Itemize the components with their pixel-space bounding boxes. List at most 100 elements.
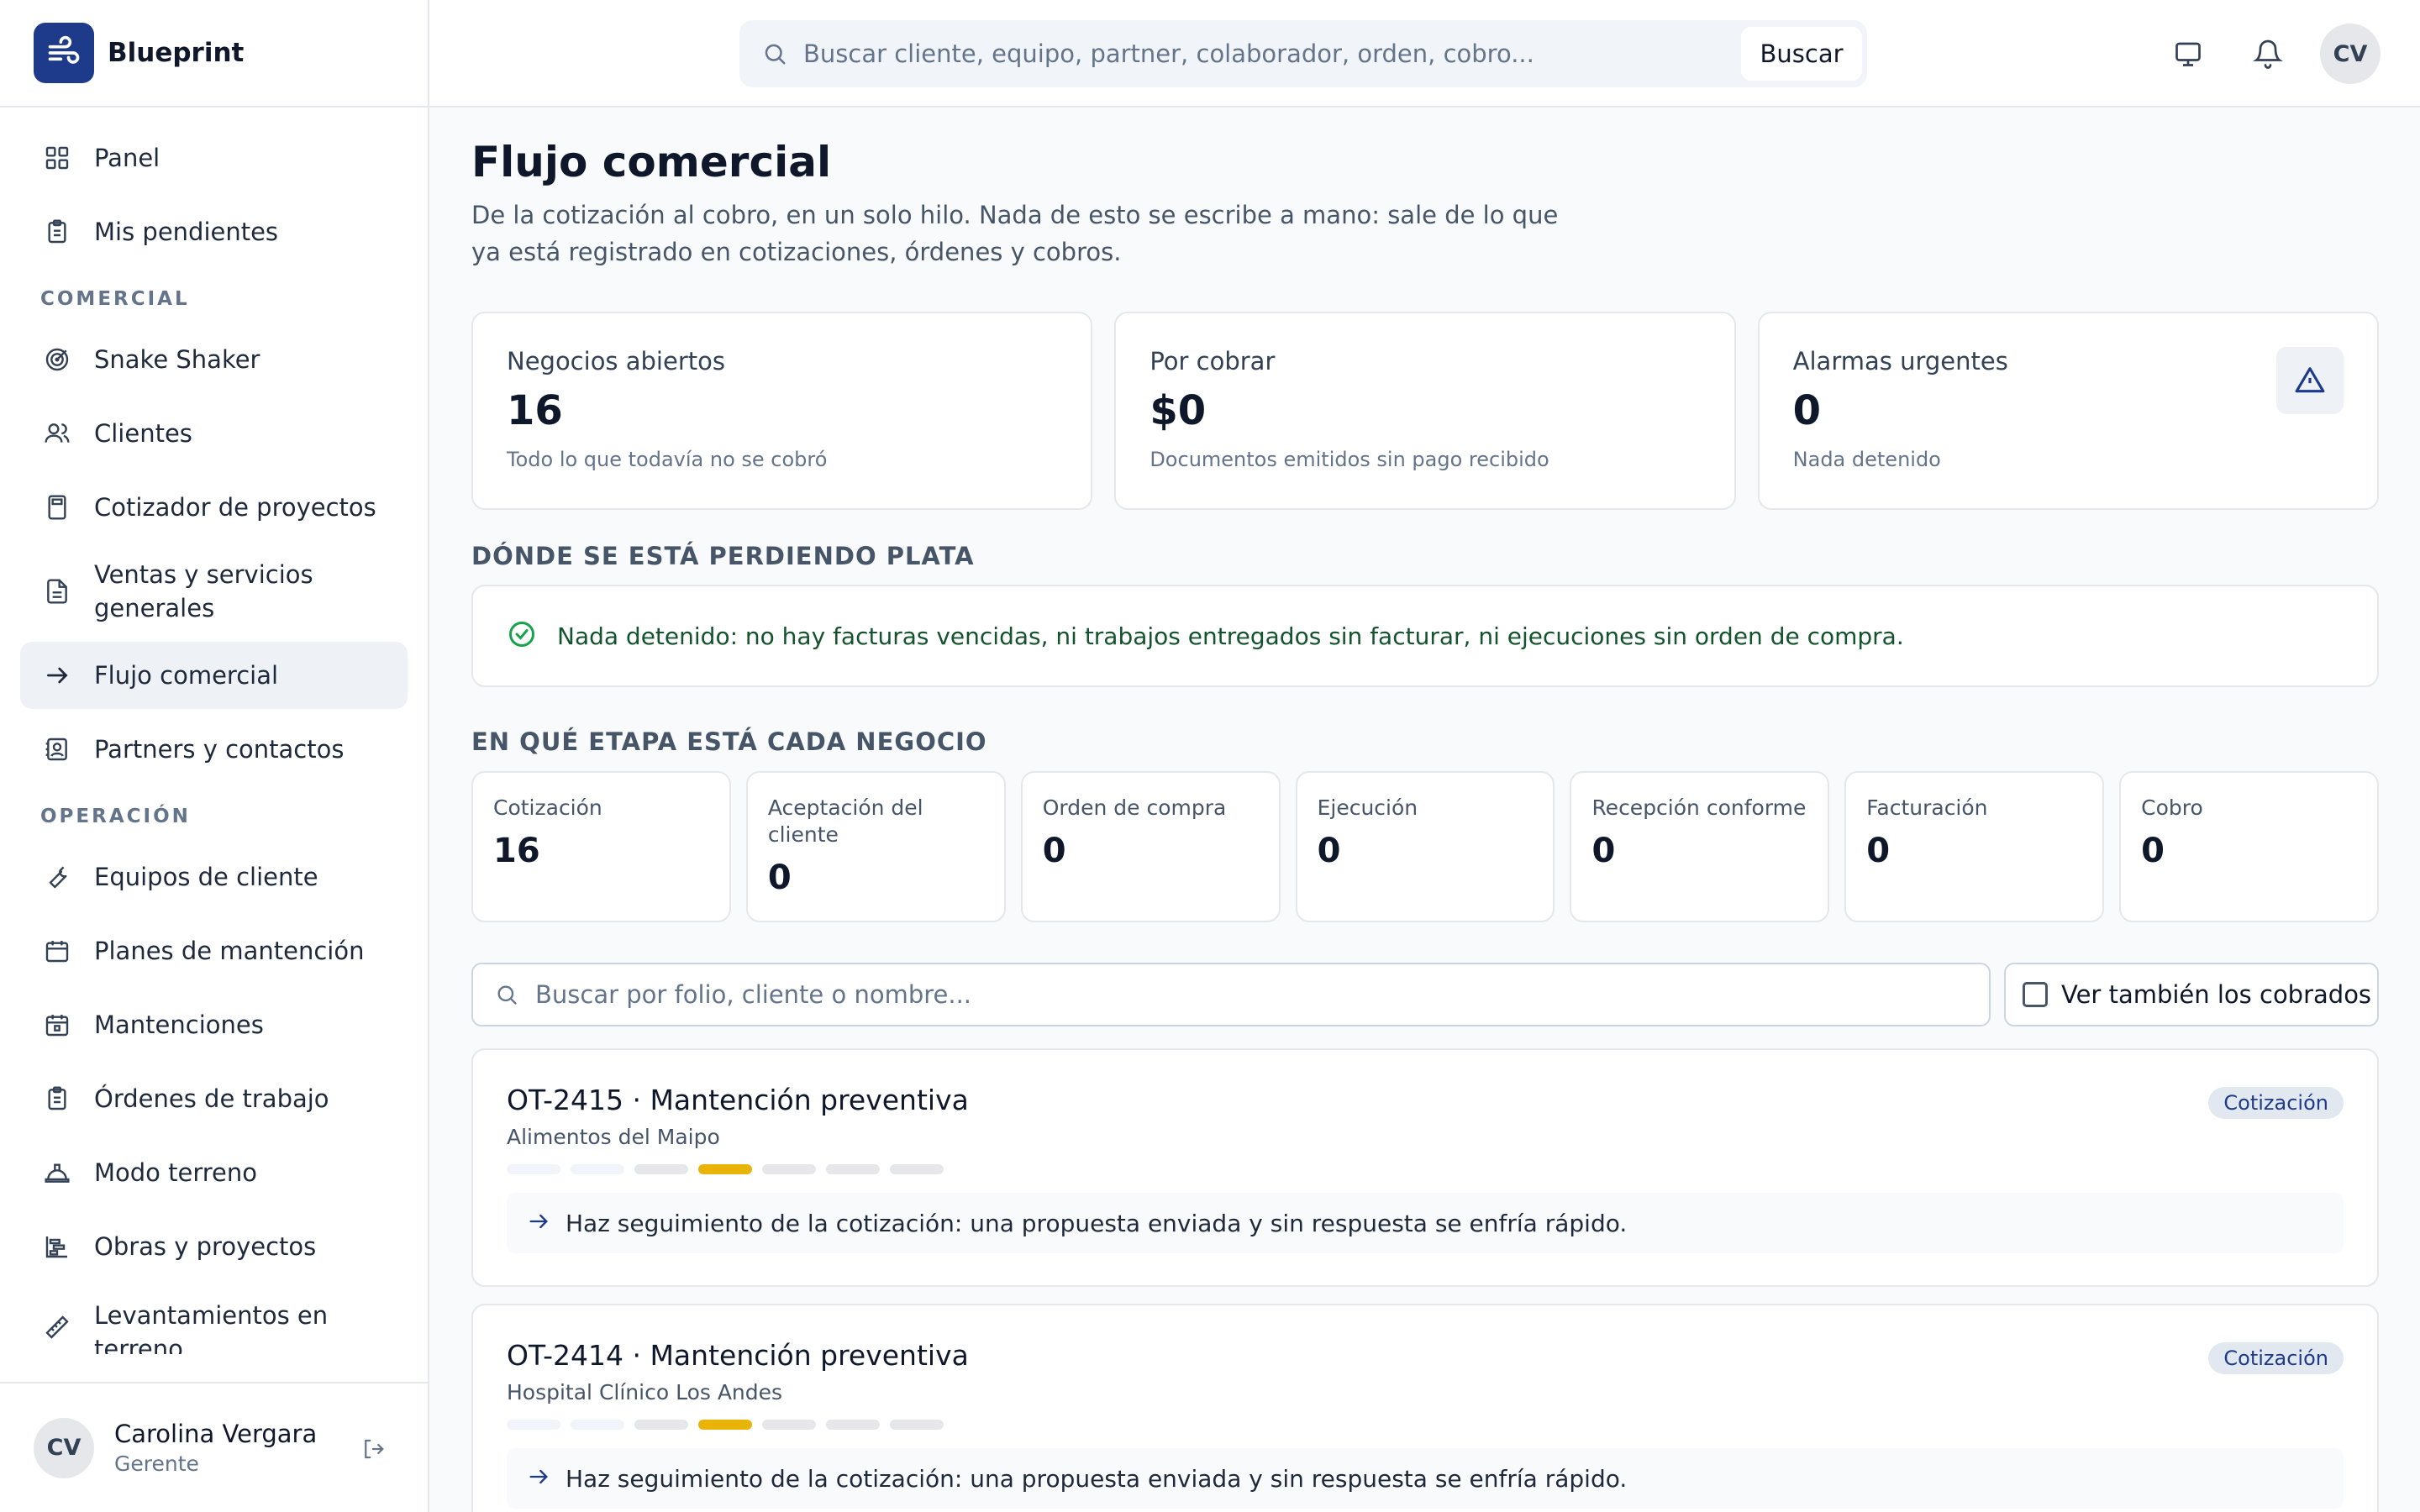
stat-sub: Nada detenido (1792, 448, 1941, 471)
calendar-icon (40, 1008, 74, 1042)
sidebar-item-modo-terreno[interactable]: Modo terreno (20, 1139, 408, 1206)
user-name: Carolina Vergara (114, 1420, 318, 1448)
monitor-icon[interactable] (2171, 37, 2205, 71)
deal-title: OT-2415 · Mantención preventiva (507, 1084, 969, 1116)
progress-segment (890, 1420, 944, 1430)
stage-card-aceptacion[interactable]: Aceptación del cliente 0 (745, 771, 1006, 922)
stages-title: EN QUÉ ETAPA ESTÁ CADA NEGOCIO (471, 727, 987, 756)
stage-value: 0 (1866, 832, 1891, 870)
warning-icon (2275, 347, 2344, 414)
brand[interactable]: Blueprint (0, 0, 428, 108)
blueprint-logo-icon (34, 23, 94, 83)
progress-segment (762, 1420, 816, 1430)
progress-segment (507, 1164, 560, 1174)
stat-value: $0 (1150, 387, 1207, 434)
stage-card-ejecucion[interactable]: Ejecución 0 (1295, 771, 1555, 922)
progress-segment (890, 1164, 944, 1174)
clipboard-icon (40, 1082, 74, 1116)
sidebar-item-obras[interactable]: Obras y proyectos (20, 1213, 408, 1280)
stage-card-recepcion[interactable]: Recepción conforme 0 (1570, 771, 1830, 922)
user-card[interactable]: CV Carolina Vergara Gerente (0, 1382, 428, 1512)
arrow-right-icon (527, 1210, 550, 1236)
search-button[interactable]: Buscar (1741, 27, 1862, 81)
page-title: Flujo comercial (471, 138, 832, 186)
show-paid-toggle[interactable]: Ver también los cobrados (2004, 963, 2379, 1026)
sidebar-item-mis-pendientes[interactable]: Mis pendientes (20, 198, 408, 265)
deal-card[interactable]: OT-2415 · Mantención preventiva Alimento… (471, 1048, 2379, 1287)
gantt-icon (40, 1230, 74, 1263)
sidebar-item-equipos[interactable]: Equipos de cliente (20, 843, 408, 911)
sidebar-item-label: Órdenes de trabajo (94, 1084, 329, 1113)
sidebar-item-label: Cotizador de proyectos (94, 493, 376, 522)
filter-row: Ver también los cobrados (471, 963, 2379, 1026)
clipboard-icon (40, 215, 74, 249)
progress-segment (634, 1420, 688, 1430)
contact-icon (40, 732, 74, 766)
stage-label: Recepción conforme (1591, 795, 1807, 820)
search-icon (760, 39, 790, 69)
calendar-grid-icon (40, 934, 74, 968)
sidebar-item-levantamientos[interactable]: Levantamientos en terreno (20, 1287, 408, 1354)
global-search-input[interactable] (803, 39, 1728, 68)
sidebar: Blueprint Panel Mis pendientes COMERCIAL… (0, 0, 429, 1512)
show-paid-label: Ver también los cobrados (2061, 980, 2372, 1009)
sidebar-item-clientes[interactable]: Clientes (20, 400, 408, 467)
stage-card-orden-compra[interactable]: Orden de compra 0 (1020, 771, 1281, 922)
stage-card-facturacion[interactable]: Facturación 0 (1844, 771, 2105, 922)
deal-search-input[interactable] (535, 980, 1964, 1009)
progress-segment-current (698, 1164, 752, 1174)
deal-progress (507, 1420, 2344, 1430)
progress-segment (826, 1164, 880, 1174)
bell-icon[interactable] (2251, 37, 2285, 71)
wrench-icon (40, 860, 74, 894)
ruler-icon (40, 1310, 74, 1344)
progress-segment (634, 1164, 688, 1174)
target-icon (40, 343, 74, 376)
stage-label: Orden de compra (1042, 795, 1227, 820)
user-role: Gerente (114, 1452, 199, 1476)
stage-label: Cotización (493, 795, 602, 820)
sidebar-item-label: Snake Shaker (94, 345, 260, 374)
stat-card-negocios: Negocios abiertos 16 Todo lo que todavía… (471, 312, 1093, 510)
deal-client: Hospital Clínico Los Andes (507, 1380, 783, 1404)
sidebar-item-label: Obras y proyectos (94, 1232, 317, 1261)
show-paid-checkbox[interactable] (2023, 982, 2048, 1007)
stage-card-cotizacion[interactable]: Cotización 16 (471, 771, 731, 922)
sidebar-item-label: Panel (94, 144, 160, 172)
stats-row: Negocios abiertos 16 Todo lo que todavía… (471, 312, 2379, 510)
sidebar-item-cotizador[interactable]: Cotizador de proyectos (20, 474, 408, 541)
sidebar-item-ordenes[interactable]: Órdenes de trabajo (20, 1065, 408, 1132)
stage-label: Facturación (1866, 795, 1988, 820)
deal-search (471, 963, 1991, 1026)
stat-sub: Documentos emitidos sin pago recibido (1150, 448, 1549, 471)
sidebar-item-label: Mantenciones (94, 1011, 264, 1039)
sidebar-item-planes[interactable]: Planes de mantención (20, 917, 408, 984)
sidebar-item-snake-shaker[interactable]: Snake Shaker (20, 326, 408, 393)
stage-card-cobro[interactable]: Cobro 0 (2119, 771, 2380, 922)
status-badge: Cotización (2208, 1087, 2344, 1119)
deal-progress (507, 1164, 2344, 1174)
sidebar-item-mantenciones[interactable]: Mantenciones (20, 991, 408, 1058)
losses-card: Nada detenido: no hay facturas vencidas,… (471, 585, 2379, 687)
sidebar-item-partners[interactable]: Partners y contactos (20, 716, 408, 783)
losses-title: DÓNDE SE ESTÁ PERDIENDO PLATA (471, 542, 975, 570)
arrow-right-icon (40, 659, 74, 692)
grid-icon (40, 141, 74, 175)
hardhat-icon (40, 1156, 74, 1189)
deal-hint: Haz seguimiento de la cotización: una pr… (507, 1193, 2344, 1253)
deal-card[interactable]: OT-2414 · Mantención preventiva Hospital… (471, 1304, 2379, 1512)
section-operacion: OPERACIÓN (40, 806, 191, 827)
progress-segment (826, 1420, 880, 1430)
sidebar-item-ventas[interactable]: Ventas y servicios generales (20, 548, 408, 635)
global-search: Buscar (739, 20, 1867, 87)
stage-label: Cobro (2141, 795, 2203, 820)
logout-icon[interactable] (356, 1432, 390, 1466)
sidebar-item-label: Modo terreno (94, 1158, 258, 1187)
stage-value: 0 (767, 858, 792, 897)
stat-label: Negocios abiertos (507, 347, 725, 375)
sidebar-item-panel[interactable]: Panel (20, 124, 408, 192)
user-avatar-button[interactable]: CV (2320, 24, 2381, 84)
sidebar-item-label: Ventas y servicios generales (94, 560, 313, 622)
calculator-icon (40, 491, 74, 524)
sidebar-item-flujo-comercial[interactable]: Flujo comercial (20, 642, 408, 709)
